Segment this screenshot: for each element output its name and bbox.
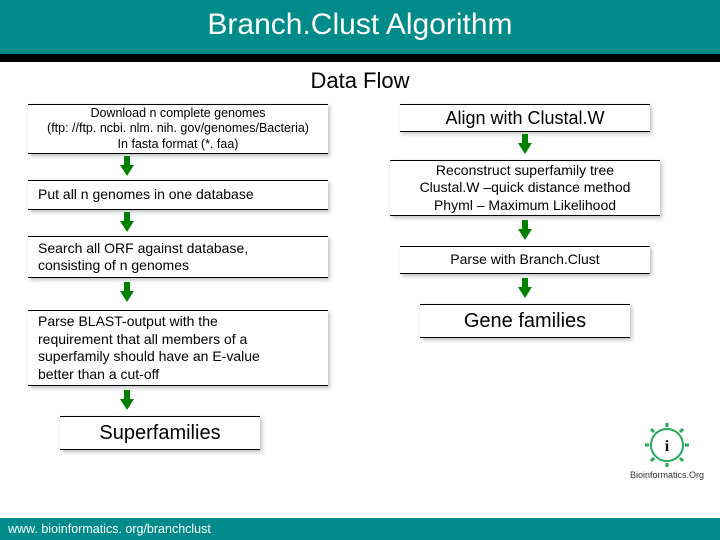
arrow-down-icon xyxy=(120,212,134,232)
box-parse-blast: Parse BLAST-output with the requirement … xyxy=(28,310,328,386)
arrow-down-icon xyxy=(518,134,532,154)
box-gene-families: Gene families xyxy=(420,304,630,338)
box-search: Search all ORF against database, consist… xyxy=(28,236,328,278)
text: Superfamilies xyxy=(99,421,220,446)
divider xyxy=(0,54,720,62)
text: superfamily should have an E-value xyxy=(38,348,260,366)
gear-dna-icon: i xyxy=(644,422,690,468)
box-putall: Put all n genomes in one database xyxy=(28,180,328,210)
text: Phyml – Maximum Likelihood xyxy=(434,197,616,215)
box-download: Download n complete genomes (ftp: //ftp.… xyxy=(28,104,328,154)
flow-diagram: Download n complete genomes (ftp: //ftp.… xyxy=(0,104,720,504)
text: consisting of n genomes xyxy=(38,257,189,275)
box-reconstruct: Reconstruct superfamily tree Clustal.W –… xyxy=(390,160,660,216)
text: Clustal.W –quick distance method xyxy=(420,179,631,197)
text: Reconstruct superfamily tree xyxy=(436,162,614,180)
text: (ftp: //ftp. ncbi. nlm. nih. gov/genomes… xyxy=(47,121,309,137)
page-title: Branch.Clust Algorithm xyxy=(207,8,512,41)
text: requirement that all members of a xyxy=(38,331,247,349)
text: Align with Clustal.W xyxy=(445,107,604,130)
arrow-down-icon xyxy=(120,282,134,302)
bioinformatics-logo: i Bioinformatics.Org xyxy=(630,422,704,480)
text: Parse with Branch.Clust xyxy=(450,251,599,269)
arrow-down-icon xyxy=(120,156,134,176)
logo-label: Bioinformatics.Org xyxy=(630,470,704,480)
arrow-down-icon xyxy=(518,278,532,298)
footer: www. bioinformatics. org/branchclust xyxy=(0,518,720,540)
text: Search all ORF against database, xyxy=(38,240,248,258)
text: In fasta format (*. faa) xyxy=(118,137,239,153)
svg-text:i: i xyxy=(665,438,670,455)
arrow-down-icon xyxy=(120,390,134,410)
arrow-down-icon xyxy=(518,220,532,240)
title-bar: Branch.Clust Algorithm xyxy=(0,0,720,54)
footer-url: www. bioinformatics. org/branchclust xyxy=(8,522,211,536)
box-align: Align with Clustal.W xyxy=(400,104,650,132)
text: Gene families xyxy=(464,309,586,334)
box-superfamilies: Superfamilies xyxy=(60,416,260,450)
text: Put all n genomes in one database xyxy=(38,186,254,204)
box-parse-branchclust: Parse with Branch.Clust xyxy=(400,246,650,274)
text: better than a cut-off xyxy=(38,366,159,384)
text: Parse BLAST-output with the xyxy=(38,313,218,331)
subtitle: Data Flow xyxy=(0,62,720,104)
text: Download n complete genomes xyxy=(90,106,265,122)
